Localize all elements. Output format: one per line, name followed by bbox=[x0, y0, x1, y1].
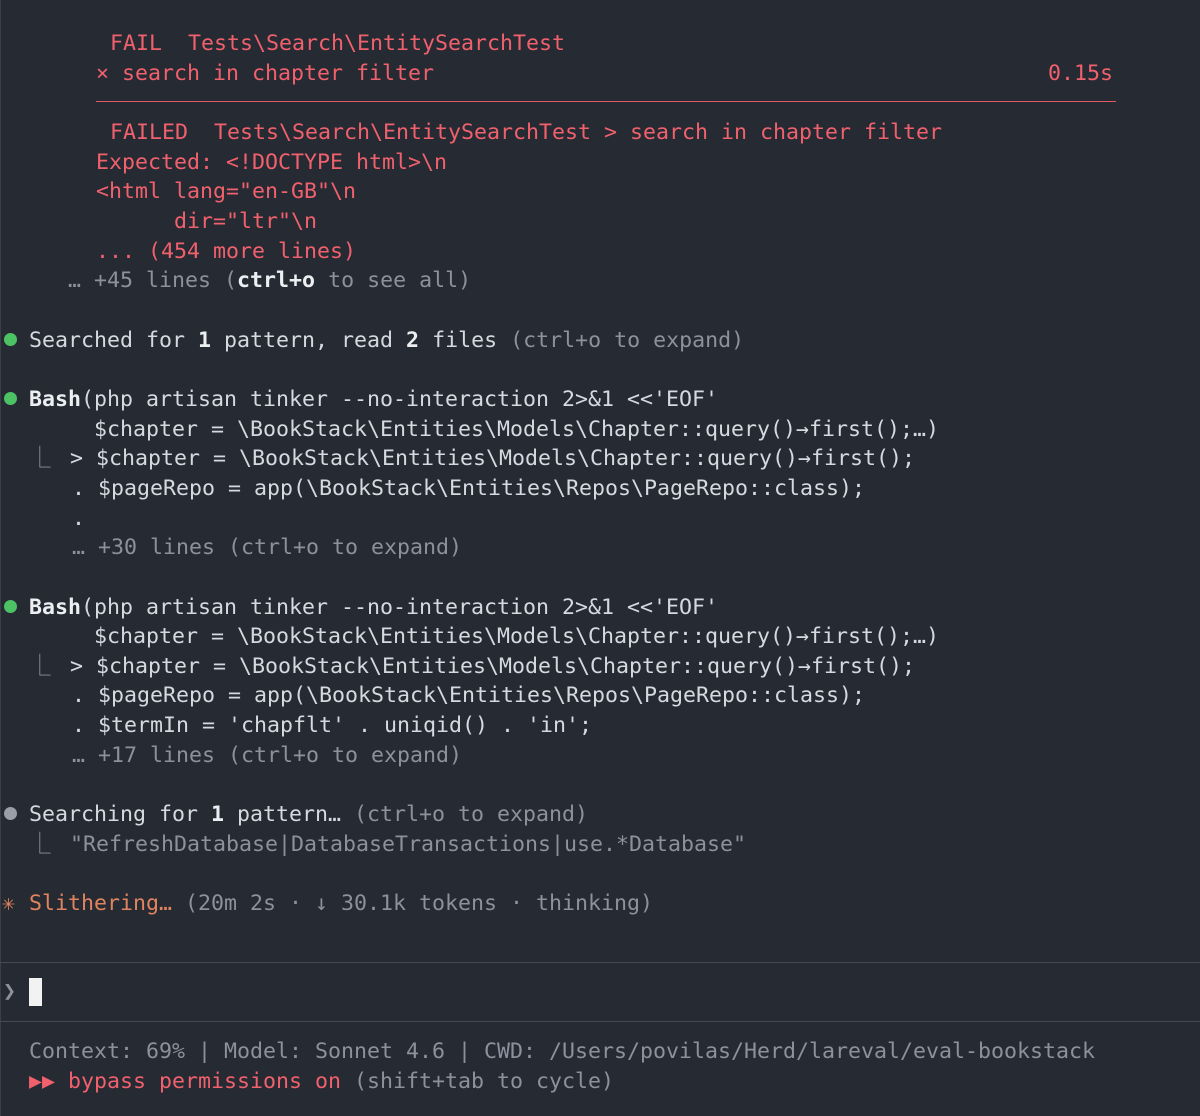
bash-1-output-2: . $pageRepo = app(\BookStack\Entities\Re… bbox=[20, 476, 866, 501]
failed-detail-header: FAILED Tests\Search\EntitySearchTest > s… bbox=[110, 118, 942, 148]
mode-hint: (shift+tab to cycle) bbox=[341, 1069, 615, 1094]
failed-path: Tests\Search\EntitySearchTest > search i… bbox=[214, 120, 943, 145]
search-pattern: "RefreshDatabase|DatabaseTransactions|us… bbox=[44, 832, 747, 857]
bash-command-1[interactable]: Bash(php artisan tinker --no-interaction… bbox=[29, 385, 718, 415]
fail-label: FAIL bbox=[110, 31, 163, 56]
fast-forward-icon: ▶▶ bbox=[29, 1069, 56, 1094]
context-status-line: Context: 69% | Model: Sonnet 4.6 | CWD: … bbox=[29, 1039, 1096, 1064]
failed-case-duration: 0.15s bbox=[1048, 61, 1114, 86]
tool-name: Bash bbox=[29, 595, 82, 620]
status-info: (20m 2s · ↓ 30.1k tokens · thinking) bbox=[172, 891, 654, 916]
html-line: <html lang="en-GB"\n bbox=[96, 179, 357, 204]
bash-1-expand-hint[interactable]: … +30 lines (ctrl+o to expand) bbox=[20, 533, 462, 563]
failed-label: FAILED bbox=[110, 120, 189, 145]
expand-hint: (ctrl+o to expand) bbox=[510, 328, 745, 353]
spinner-icon: ✳ bbox=[2, 891, 16, 916]
bash-2-output-1: > $chapter = \BookStack\Entities\Models\… bbox=[44, 654, 916, 679]
bash-2-output-2: . $pageRepo = app(\BookStack\Entities\Re… bbox=[20, 683, 866, 708]
dir-line: dir="ltr"\n bbox=[96, 209, 318, 234]
prompt-top-separator bbox=[0, 962, 1200, 963]
fail-header: FAIL Tests\Search\EntitySearchTest bbox=[110, 29, 565, 59]
prompt-bottom-separator bbox=[0, 1021, 1200, 1022]
bash-command-2[interactable]: Bash(php artisan tinker --no-interaction… bbox=[29, 593, 718, 623]
expand-hint: (ctrl+o to expand) bbox=[354, 802, 589, 827]
prompt-chevron-icon: ❯ bbox=[3, 979, 17, 1004]
searching-status[interactable]: Searching for 1 pattern… (ctrl+o to expa… bbox=[29, 800, 588, 830]
status-verb: Slithering… bbox=[29, 891, 173, 916]
tool-name: Bash bbox=[29, 387, 82, 412]
prompt-input-cursor[interactable] bbox=[29, 978, 42, 1006]
bash-command-1-cont: $chapter = \BookStack\Entities\Models\Ch… bbox=[29, 417, 940, 442]
success-dot-icon bbox=[4, 600, 17, 613]
permission-mode-line[interactable]: ▶▶ bypass permissions on (shift+tab to c… bbox=[29, 1067, 614, 1097]
bash-command-2-cont: $chapter = \BookStack\Entities\Models\Ch… bbox=[29, 624, 940, 649]
success-dot-icon bbox=[4, 392, 17, 405]
cross-icon: × bbox=[96, 61, 110, 86]
pending-dot-icon bbox=[4, 807, 17, 820]
bash-2-expand-hint[interactable]: … +17 lines (ctrl+o to expand) bbox=[20, 741, 462, 771]
success-dot-icon bbox=[4, 333, 17, 346]
ctrl-o-key: ctrl+o bbox=[237, 268, 316, 293]
bash-2-output-3: . $termIn = 'chapflt' . uniqid() . 'in'; bbox=[20, 713, 593, 738]
fail-separator bbox=[96, 101, 1116, 102]
fail-test-name: Tests\Search\EntitySearchTest bbox=[188, 31, 566, 56]
more-lines-note: ... (454 more lines) bbox=[96, 239, 357, 264]
failed-case-row: × search in chapter filter bbox=[96, 59, 434, 89]
bash-1-output-1: > $chapter = \BookStack\Entities\Models\… bbox=[44, 446, 916, 471]
ellipsis-icon: … bbox=[68, 268, 82, 293]
expected-line: Expected: <!DOCTYPE html>\n bbox=[96, 150, 448, 175]
bash-1-output-3: . bbox=[20, 506, 86, 531]
search-summary[interactable]: Searched for 1 pattern, read 2 files (ct… bbox=[29, 326, 744, 356]
window-left-border bbox=[0, 0, 1, 1116]
failed-case-name: search in chapter filter bbox=[122, 61, 435, 86]
thinking-status: Slithering… (20m 2s · ↓ 30.1k tokens · t… bbox=[29, 889, 653, 919]
expand-output-hint[interactable]: … +45 lines (ctrl+o to see all) bbox=[68, 266, 471, 296]
permission-mode: bypass permissions on bbox=[55, 1069, 342, 1094]
